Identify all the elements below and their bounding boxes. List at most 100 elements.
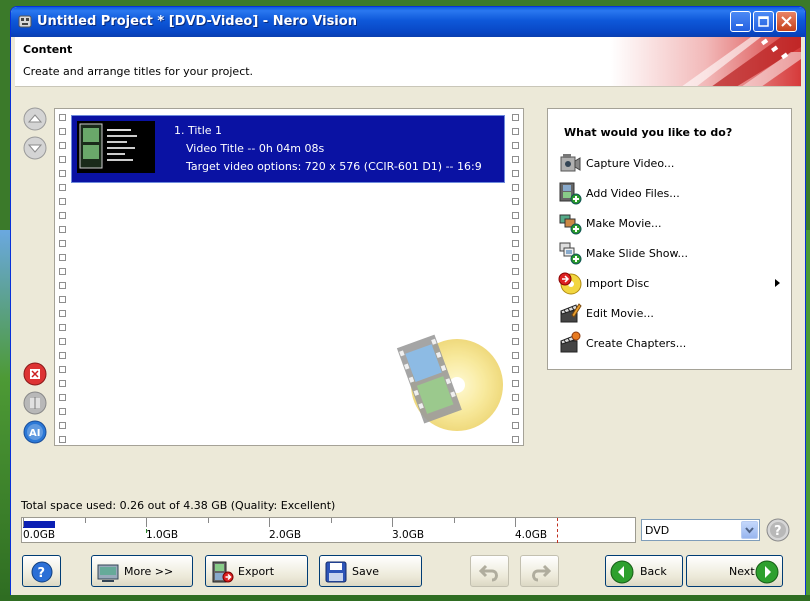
film-perforation: [59, 170, 66, 177]
film-perforation: [59, 408, 66, 415]
film-perforation: [512, 254, 519, 261]
task-capture-video[interactable]: Capture Video...: [558, 151, 784, 177]
task-panel: What would you like to do? Capture Video…: [547, 108, 792, 370]
capacity-used-fill: [23, 521, 55, 528]
film-perforation: [59, 184, 66, 191]
auto-button[interactable]: AI: [23, 420, 47, 444]
disc-type-select[interactable]: DVD: [641, 519, 760, 541]
help-button[interactable]: ?: [22, 555, 61, 587]
task-import-disc[interactable]: Import Disc: [558, 271, 784, 297]
help-icon-disc[interactable]: ?: [766, 518, 790, 542]
capacity-tick-label: 3.0GB: [392, 529, 425, 541]
minimize-button[interactable]: [730, 11, 751, 32]
capacity-minor-tick: [453, 518, 455, 523]
film-perforation: [512, 226, 519, 233]
title-item[interactable]: 1. Title 1 Video Title -- 0h 04m 08s Tar…: [70, 114, 506, 184]
film-perforation: [512, 156, 519, 163]
title-list-area[interactable]: 1. Title 1 Video Title -- 0h 04m 08s Tar…: [54, 108, 524, 446]
clapper-chapters-icon: [560, 331, 581, 353]
film-perforation: [59, 366, 66, 373]
more-button[interactable]: More >>: [91, 555, 193, 587]
next-arrow-icon: [755, 560, 779, 584]
submenu-arrow-icon: [775, 279, 780, 287]
back-button[interactable]: Back: [605, 555, 683, 587]
capacity-tick: [269, 518, 270, 527]
make-movie-icon: [559, 214, 582, 235]
film-perforation: [512, 324, 519, 331]
next-button[interactable]: Next: [686, 555, 783, 587]
film-perforation: [512, 436, 519, 443]
page-subtitle: Create and arrange titles for your proje…: [23, 65, 254, 78]
split-title-button[interactable]: [23, 391, 47, 415]
film-perforation: [59, 128, 66, 135]
desktop-background-right: [806, 230, 810, 601]
dropdown-button[interactable]: [741, 521, 758, 539]
maximize-button[interactable]: [753, 11, 774, 32]
more-options-icon: [97, 564, 119, 582]
film-perforation: [59, 142, 66, 149]
export-button[interactable]: Export: [205, 555, 308, 587]
task-edit-movie[interactable]: Edit Movie...: [558, 301, 784, 327]
move-up-button[interactable]: [23, 107, 47, 131]
svg-text:?: ?: [774, 524, 782, 539]
film-perforation: [512, 366, 519, 373]
capacity-limit-marker: [557, 518, 558, 543]
title-bar[interactable]: Untitled Project * [DVD-Video] - Nero Vi…: [11, 7, 805, 37]
film-perforation: [512, 310, 519, 317]
film-perforation: [59, 282, 66, 289]
minimize-icon: [736, 24, 743, 26]
help-icon: ?: [31, 561, 53, 583]
nero-app-icon: [18, 15, 32, 28]
task-panel-heading: What would you like to do?: [564, 126, 733, 139]
move-down-button[interactable]: [23, 136, 47, 160]
nero-vision-window: Untitled Project * [DVD-Video] - Nero Vi…: [10, 6, 806, 598]
film-perforation: [512, 268, 519, 275]
disc-type-value: DVD: [645, 524, 670, 537]
task-label: Make Slide Show...: [586, 247, 688, 260]
export-button-label: Export: [238, 565, 275, 578]
task-create-chapters[interactable]: Create Chapters...: [558, 331, 784, 357]
ai-icon: AI: [23, 420, 47, 444]
film-perforation: [59, 352, 66, 359]
film-perforation: [512, 422, 519, 429]
film-perforation: [512, 212, 519, 219]
film-perforation: [59, 296, 66, 303]
capacity-tick-label: 0.0GB: [23, 529, 56, 541]
film-perforation: [512, 128, 519, 135]
floppy-save-icon: [325, 561, 347, 583]
task-add-video-files[interactable]: Add Video Files...: [558, 181, 784, 207]
page-title: Content: [23, 43, 73, 56]
next-button-label: Next: [729, 565, 755, 578]
film-perforation: [512, 282, 519, 289]
svg-text:AI: AI: [29, 428, 40, 439]
capacity-tick-label: 2.0GB: [269, 529, 302, 541]
film-perforation: [512, 338, 519, 345]
header-filmstrip-art: [611, 37, 801, 86]
title-duration: Video Title -- 0h 04m 08s: [186, 142, 325, 155]
capacity-minor-tick: [330, 518, 332, 523]
split-icon: [23, 391, 47, 415]
export-icon: [212, 561, 234, 583]
film-perforation: [59, 240, 66, 247]
undo-button[interactable]: [470, 555, 509, 587]
close-button[interactable]: [776, 11, 797, 32]
film-perforation: [59, 394, 66, 401]
undo-icon: [478, 564, 498, 582]
delete-title-button[interactable]: [23, 362, 47, 386]
slideshow-icon: [559, 242, 582, 265]
redo-button[interactable]: [520, 555, 559, 587]
arrow-down-icon: [23, 136, 47, 160]
film-perforation: [512, 352, 519, 359]
task-label: Capture Video...: [586, 157, 675, 170]
task-make-slide-show[interactable]: Make Slide Show...: [558, 241, 784, 267]
film-perforation: [59, 226, 66, 233]
delete-icon: [23, 362, 47, 386]
maximize-icon: [758, 16, 769, 27]
task-make-movie[interactable]: Make Movie...: [558, 211, 784, 237]
space-used-label: Total space used: 0.26 out of 4.38 GB (Q…: [21, 499, 336, 512]
redo-icon: [532, 564, 552, 582]
task-label: Edit Movie...: [586, 307, 654, 320]
film-perforation: [512, 394, 519, 401]
title-target-options: Target video options: 720 x 576 (CCIR-60…: [186, 160, 482, 173]
save-button[interactable]: Save: [319, 555, 422, 587]
